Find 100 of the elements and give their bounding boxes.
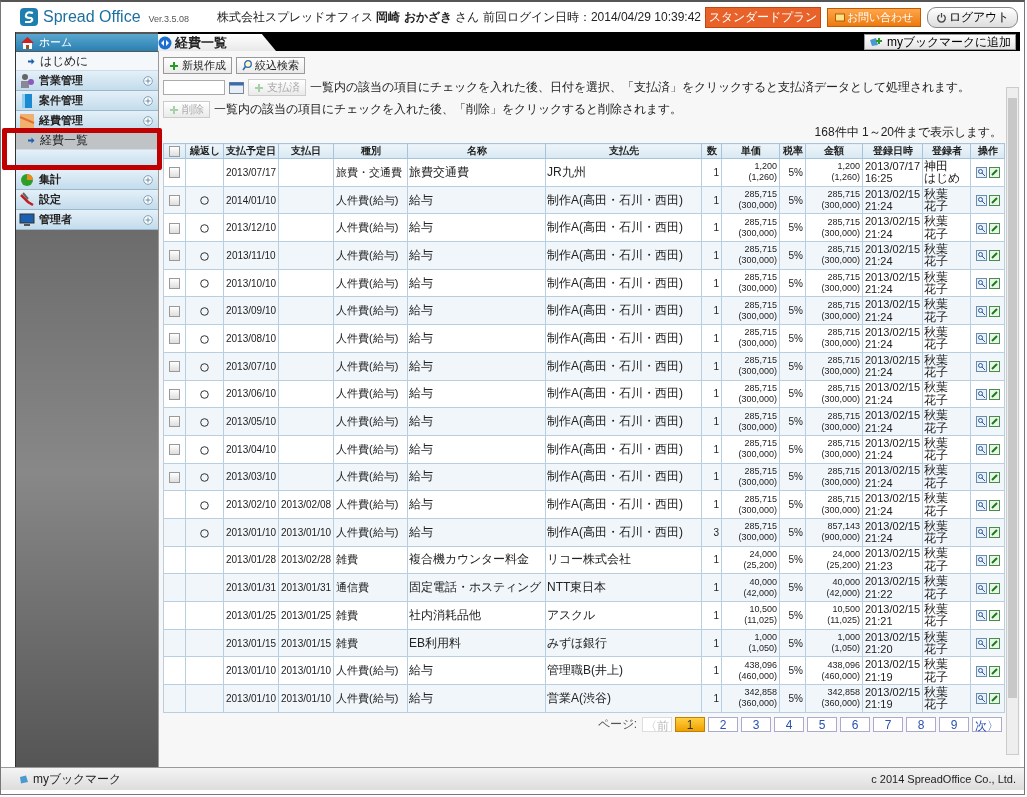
row-checkbox[interactable] bbox=[169, 471, 180, 483]
sidebar-item[interactable]: ホーム bbox=[16, 34, 158, 51]
table-cell: 2013/01/25 bbox=[278, 601, 334, 630]
page-button[interactable]: 5 bbox=[807, 716, 837, 732]
table-cell: 1,200 (1,260) bbox=[805, 158, 863, 187]
pie-chart-icon bbox=[19, 171, 35, 188]
table-cell: 1 bbox=[701, 546, 722, 574]
row-checkbox[interactable] bbox=[169, 333, 180, 345]
table-cell: 2013/02/15 21:23 bbox=[862, 546, 923, 574]
table-cell: 2013/02/15 21:24 bbox=[862, 296, 923, 325]
sidebar-item[interactable]: 管理者 bbox=[16, 210, 158, 230]
table-cell: 2013/02/15 21:24 bbox=[862, 407, 923, 436]
table-cell: 285,715 (300,000) bbox=[721, 269, 780, 297]
sidebar-item[interactable]: 設定 bbox=[16, 190, 158, 210]
sidebar-item[interactable]: 案件管理 bbox=[16, 91, 158, 111]
table-cell: 給与 bbox=[407, 407, 546, 436]
table-cell: 通信費 bbox=[333, 573, 408, 602]
table-cell: 人件費(給与) bbox=[333, 684, 408, 713]
table-cell: 旅費交通費 bbox=[407, 158, 546, 187]
view-icon bbox=[975, 250, 987, 262]
table-cell: 制作A(高田・石川・西田) bbox=[545, 241, 702, 270]
table-cell: 秋葉 花子 bbox=[922, 269, 971, 297]
table-cell: 2013/07/17 16:25 bbox=[862, 158, 923, 187]
row-checkbox[interactable] bbox=[169, 444, 180, 456]
new-button[interactable]: 新規作成 bbox=[163, 57, 232, 74]
page-button[interactable]: 4 bbox=[774, 716, 804, 732]
next-page-button[interactable]: 次〉 bbox=[972, 716, 1002, 732]
add-bookmark-button[interactable]: myブックマークに追加 bbox=[864, 34, 1016, 50]
table-cell: JR九州 bbox=[545, 158, 702, 187]
edit-icon bbox=[988, 250, 1000, 262]
row-checkbox[interactable] bbox=[169, 361, 180, 373]
row-checkbox[interactable] bbox=[169, 194, 180, 206]
table-cell: 人件費(給与) bbox=[333, 490, 408, 519]
page-button[interactable]: 8 bbox=[906, 716, 936, 732]
row-checkbox[interactable] bbox=[169, 278, 180, 289]
table-cell: 285,715 (300,000) bbox=[721, 490, 780, 519]
sidebar-item[interactable]: 集計 bbox=[16, 170, 158, 190]
row-checkbox[interactable] bbox=[169, 416, 180, 428]
edit-icon bbox=[988, 333, 1000, 345]
table-cell: 給与 bbox=[407, 656, 546, 685]
edit-icon bbox=[988, 582, 1000, 594]
scrollbar[interactable] bbox=[1006, 87, 1019, 755]
view-icon bbox=[975, 471, 987, 483]
sidebar-item[interactable]: はじめに bbox=[16, 52, 158, 71]
expand-icon bbox=[143, 75, 153, 86]
table-cell: 制作A(高田・石川・西田) bbox=[545, 407, 702, 436]
page-button[interactable]: 7 bbox=[873, 716, 903, 732]
column-header: 名称 bbox=[407, 143, 546, 159]
sidebar-item[interactable]: 営業管理 bbox=[16, 71, 158, 91]
view-icon bbox=[975, 416, 987, 428]
table-cell: 2013/02/15 21:24 bbox=[862, 380, 923, 408]
logo-text: Spread Office bbox=[43, 8, 141, 26]
row-checkbox[interactable] bbox=[169, 167, 180, 179]
table-cell: 2013/02/15 21:20 bbox=[862, 629, 923, 657]
last-login-text: 前回ログイン日時：2014/04/29 10:39:42 bbox=[482, 8, 701, 26]
view-icon bbox=[975, 693, 987, 705]
sidebar-item[interactable]: 経費管理 bbox=[16, 111, 158, 131]
bookmark-link[interactable]: myブックマーク bbox=[19, 770, 121, 788]
table-cell: 制作A(高田・石川・西田) bbox=[545, 324, 702, 353]
logo-icon bbox=[19, 7, 39, 27]
page-button[interactable]: 2 bbox=[708, 716, 738, 732]
row-checkbox[interactable] bbox=[169, 250, 180, 262]
page-button[interactable]: 1 bbox=[675, 716, 705, 732]
page-button[interactable]: 3 bbox=[741, 716, 771, 732]
table-cell: 2013/01/10 bbox=[223, 656, 279, 685]
table-cell: 制作A(高田・石川・西田) bbox=[545, 213, 702, 242]
page-button[interactable]: 6 bbox=[840, 716, 870, 732]
table-cell: 給与 bbox=[407, 296, 546, 325]
table-cell: 1 bbox=[701, 213, 722, 242]
row-checkbox[interactable] bbox=[169, 388, 180, 400]
table-cell: 人件費(給与) bbox=[333, 435, 408, 464]
expand-icon bbox=[143, 95, 153, 106]
table-cell: 1 bbox=[701, 324, 722, 353]
select-all-checkbox[interactable] bbox=[169, 145, 180, 157]
table-cell: 秋葉 花子 bbox=[922, 324, 971, 353]
plan-badge: スタンダードプラン bbox=[705, 6, 821, 28]
row-checkbox[interactable] bbox=[169, 305, 180, 317]
scrollbar-thumb[interactable] bbox=[1008, 98, 1017, 698]
table-cell: 40,000 (42,000) bbox=[721, 573, 780, 602]
instruction-text: 一覧内の該当の項目にチェックを入れた後、日付を選択、「支払済」をクリックすると支払済データとして処理されます。 bbox=[310, 80, 970, 95]
edit-icon bbox=[988, 361, 1000, 373]
table-cell: 秋葉 花子 bbox=[922, 435, 971, 464]
table-cell: 24,000 (25,200) bbox=[721, 546, 780, 574]
view-icon bbox=[975, 361, 987, 373]
logout-button[interactable]: ログアウト bbox=[927, 6, 1018, 28]
table-cell: 285,715 (300,000) bbox=[721, 435, 780, 464]
table-cell: 制作A(高田・石川・西田) bbox=[545, 490, 702, 519]
table-cell: 旅費・交通費 bbox=[333, 158, 408, 187]
table-cell: 2013/01/28 bbox=[223, 546, 279, 574]
table-cell: 給与 bbox=[407, 518, 546, 547]
filter-button[interactable]: 絞込検索 bbox=[236, 57, 305, 74]
row-checkbox[interactable] bbox=[169, 222, 180, 234]
table-cell: 285,715 (300,000) bbox=[805, 324, 863, 353]
page-tab[interactable]: 経費一覧 bbox=[158, 34, 276, 51]
date-field[interactable] bbox=[163, 80, 225, 95]
result-count: 168件中 1～20件まで表示します。 bbox=[814, 124, 1002, 141]
table-cell: 管理職B(井上) bbox=[545, 656, 702, 685]
page-button[interactable]: 9 bbox=[939, 716, 969, 732]
table-cell: 人件費(給与) bbox=[333, 352, 408, 380]
table-cell: 制作A(高田・石川・西田) bbox=[545, 296, 702, 325]
